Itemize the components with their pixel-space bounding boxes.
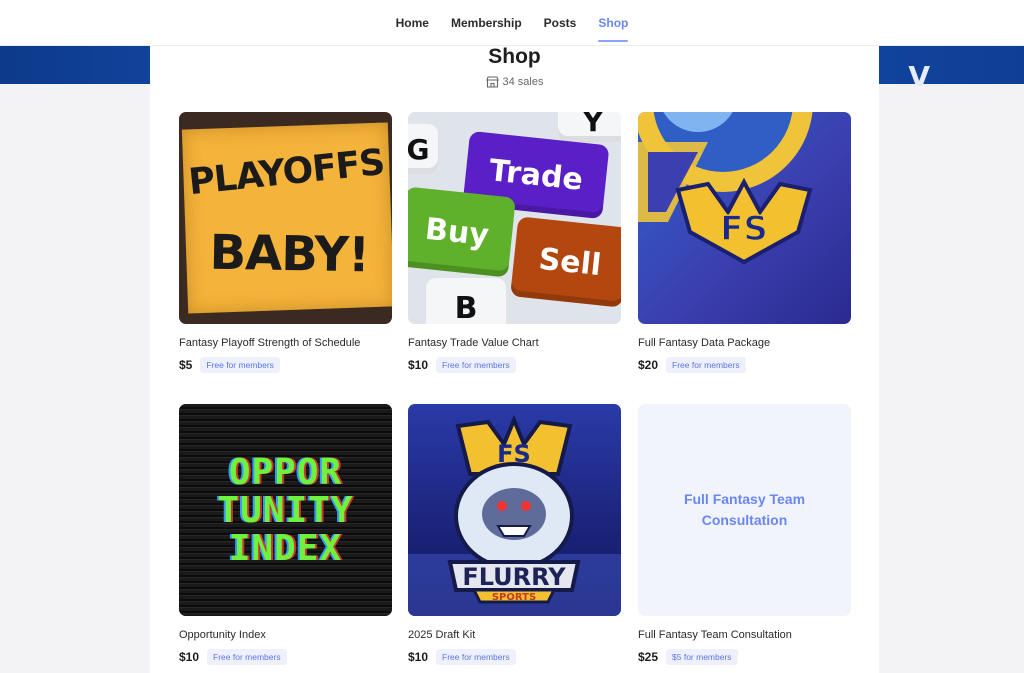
fs-logo-graphic: FS: [638, 112, 813, 265]
price-row: $10 Free for members: [179, 649, 392, 665]
member-price-badge: Free for members: [436, 649, 516, 665]
image-text: FLURRY: [462, 563, 566, 591]
image-text: OPPOR: [228, 452, 343, 493]
top-navigation: Home Membership Posts Shop: [0, 0, 1024, 46]
member-price-badge: Free for members: [200, 357, 280, 373]
product-price: $25: [638, 650, 659, 664]
product-card[interactable]: FS FLURRY SPORTS 2025 Draft Kit $10 Free…: [408, 404, 621, 665]
product-image[interactable]: PLAYOFFS BABY!: [179, 112, 392, 324]
image-text: Y: [582, 112, 604, 138]
product-name[interactable]: Full Fantasy Team Consultation: [638, 628, 851, 642]
image-text: INDEX: [228, 528, 343, 569]
product-image[interactable]: OPPOR TUNITY INDEX: [179, 404, 392, 616]
member-price-badge: Free for members: [207, 649, 287, 665]
store-icon: [485, 76, 499, 88]
price-row: $25 $5 for members: [638, 649, 851, 665]
product-name[interactable]: Opportunity Index: [179, 628, 392, 642]
product-name[interactable]: 2025 Draft Kit: [408, 628, 621, 642]
image-text: PLAYOFFS: [186, 141, 387, 204]
image-text: Sell: [537, 241, 603, 283]
product-card[interactable]: OPPOR TUNITY INDEX Opportunity Index $10…: [179, 404, 392, 665]
banner-decoration: V: [908, 60, 930, 93]
product-image[interactable]: G Y Trade Buy Sell B: [408, 112, 621, 324]
image-text: FS: [720, 209, 768, 249]
product-card[interactable]: Full Fantasy Team Consultation Full Fant…: [638, 404, 851, 665]
placeholder-title: Full Fantasy Team Consultation: [683, 491, 806, 528]
sell-key: Sell: [510, 216, 621, 308]
page-title: Shop: [488, 45, 541, 68]
sales-count: 34 sales: [150, 76, 879, 88]
product-price: $5: [179, 358, 193, 372]
product-card[interactable]: G Y Trade Buy Sell B Fantasy Trade Value…: [408, 112, 621, 373]
member-price-badge: $5 for members: [666, 649, 738, 665]
product-name[interactable]: Fantasy Playoff Strength of Schedule: [179, 336, 392, 350]
price-row: $20 Free for members: [638, 357, 851, 373]
nav-home[interactable]: Home: [396, 12, 429, 34]
price-row: $10 Free for members: [408, 649, 621, 665]
image-text: B: [454, 290, 478, 325]
shop-card: Shop 34 sales PLAYOFFS BABY! Fantasy Pla…: [150, 46, 879, 673]
nav-membership[interactable]: Membership: [451, 12, 522, 34]
image-text: G: [408, 132, 430, 166]
key-graphic: Y: [558, 112, 621, 142]
sales-text: 34 sales: [502, 76, 544, 88]
product-price: $10: [408, 650, 429, 664]
product-price: $20: [638, 358, 659, 372]
product-card[interactable]: FS Full Fantasy Data Package $20 Free fo…: [638, 112, 851, 373]
price-row: $5 Free for members: [179, 357, 392, 373]
product-price: $10: [179, 650, 200, 664]
key-graphic: G: [408, 124, 438, 174]
product-price: $10: [408, 358, 429, 372]
sign-graphic: PLAYOFFS BABY!: [181, 122, 392, 314]
product-name[interactable]: Full Fantasy Data Package: [638, 336, 851, 350]
nav-posts[interactable]: Posts: [544, 12, 577, 34]
buy-key: Buy: [408, 186, 516, 278]
image-text: Trade: [487, 152, 585, 198]
product-name[interactable]: Fantasy Trade Value Chart: [408, 336, 621, 350]
product-card[interactable]: PLAYOFFS BABY! Fantasy Playoff Strength …: [179, 112, 392, 373]
product-image[interactable]: FS: [638, 112, 851, 324]
image-text: BABY!: [209, 224, 370, 284]
member-price-badge: Free for members: [666, 357, 746, 373]
nav-shop[interactable]: Shop: [598, 12, 629, 42]
flurry-logo-graphic: FS FLURRY SPORTS: [408, 414, 621, 616]
key-graphic: B: [426, 278, 506, 324]
price-row: $10 Free for members: [408, 357, 621, 373]
main-nav: Home Membership Posts Shop: [396, 0, 629, 46]
member-price-badge: Free for members: [436, 357, 516, 373]
product-image[interactable]: Full Fantasy Team Consultation: [638, 404, 851, 616]
image-text: TUNITY: [217, 490, 354, 531]
image-text: SPORTS: [492, 592, 536, 603]
image-text: Buy: [423, 211, 491, 253]
product-image[interactable]: FS FLURRY SPORTS: [408, 404, 621, 616]
